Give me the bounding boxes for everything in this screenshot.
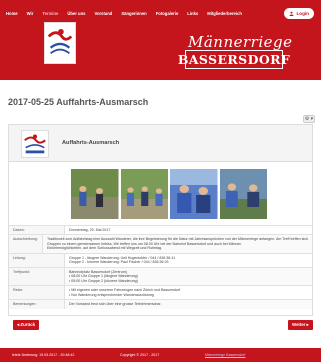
detail-value: Donnerstag, 25. Mai 2017 (69, 228, 111, 232)
detail-row-ausschreibung: Ausschreibung: Traditionell zum Auffahrt… (9, 234, 312, 253)
club-emblem-icon (24, 134, 46, 154)
detail-label: Bemerkungen: (9, 300, 65, 309)
detail-value: Gruppe 1 - längere Wanderung: Ueli Hugen… (69, 255, 176, 265)
next-button[interactable]: Weiter ▸ (288, 320, 313, 330)
detail-label: Leitung: (9, 253, 65, 267)
login-label: Login (296, 11, 309, 16)
detail-label: Reise: (9, 286, 65, 300)
login-button[interactable]: Login (284, 8, 314, 19)
previous-button[interactable]: ◂ Zurück (13, 320, 40, 330)
nav-saengerinnen[interactable]: Sängerinnen (121, 11, 146, 16)
event-photo[interactable] (219, 169, 268, 219)
event-photo[interactable] (120, 169, 169, 219)
nav-links[interactable]: Links (187, 11, 198, 16)
detail-label: Ausschreibung: (9, 235, 43, 253)
copyright-text: Copyright © 2017 - 2017 (120, 353, 160, 357)
settings-dropdown-button[interactable]: ⚙ ▾ (303, 115, 315, 123)
nav-home[interactable]: Home (6, 11, 18, 16)
event-photo[interactable] (71, 169, 119, 219)
user-icon (289, 11, 294, 16)
club-emblem-icon (47, 28, 73, 55)
nav-ueber-uns[interactable]: Über uns (67, 11, 85, 16)
detail-row-leitung: Leitung: Gruppe 1 - längere Wanderung: U… (9, 252, 312, 267)
nav-termine[interactable]: Termine (42, 11, 58, 16)
detail-value: Traditionell zum Auffahrtstag eine Auswa… (42, 235, 312, 253)
detail-row-reise: Reise: • Mit eigenen oder unserem Fahrze… (9, 285, 312, 300)
event-photo[interactable] (170, 169, 218, 219)
club-logo[interactable] (44, 22, 76, 64)
detail-row-treffpunkt: Treffpunkt: Bahnhofplatz Bassersdorf (Ze… (9, 266, 312, 286)
detail-value: Bahnhofplatz Bassersdorf (Zentrum) • 08:… (65, 267, 312, 286)
footer-link[interactable]: Männerriege Bassersdorf (205, 353, 245, 357)
last-changed-text: letzte Änderung: 19.03.2017 - 20:48:42 (12, 353, 75, 357)
detail-label: Datum: (9, 226, 65, 235)
nav-wir[interactable]: Wir (27, 11, 34, 16)
nav-vorstand[interactable]: Vorstand (95, 11, 113, 16)
photo-strip (71, 169, 267, 219)
detail-value: Der Vorstand freut sich über eine grosse… (65, 300, 312, 309)
detail-row-datum: Datum: Donnerstag, 25. Mai 2017 (9, 225, 312, 235)
site-footer: letzte Änderung: 19.03.2017 - 20:48:42 C… (0, 348, 321, 362)
event-logo (21, 130, 49, 158)
nav-mitgliederbereich[interactable]: Mitgliederbereich (207, 11, 242, 16)
event-title: Auffahrts-Ausmarsch (62, 140, 120, 146)
page-title: 2017-05-25 Auffahrts-Ausmarsch (8, 97, 149, 107)
event-details: Datum: Donnerstag, 25. Mai 2017 Ausschre… (9, 225, 312, 309)
event-panel: Auffahrts-Ausmarsch Datum: Donnerstag, 2… (8, 124, 313, 316)
nav-fotogalerie[interactable]: Fotogalerie (156, 11, 179, 16)
detail-label: Treffpunkt: (9, 267, 65, 286)
detail-value: • Mit eigenen oder unserem Fahrzeugen na… (69, 288, 181, 297)
event-header: Auffahrts-Ausmarsch (9, 125, 312, 162)
detail-row-bemerkungen: Bemerkungen: Der Vorstand freut sich übe… (9, 299, 312, 309)
brand-script: Männerriege (188, 33, 293, 51)
brand-wordmark: BASSERSDORF (177, 50, 291, 69)
